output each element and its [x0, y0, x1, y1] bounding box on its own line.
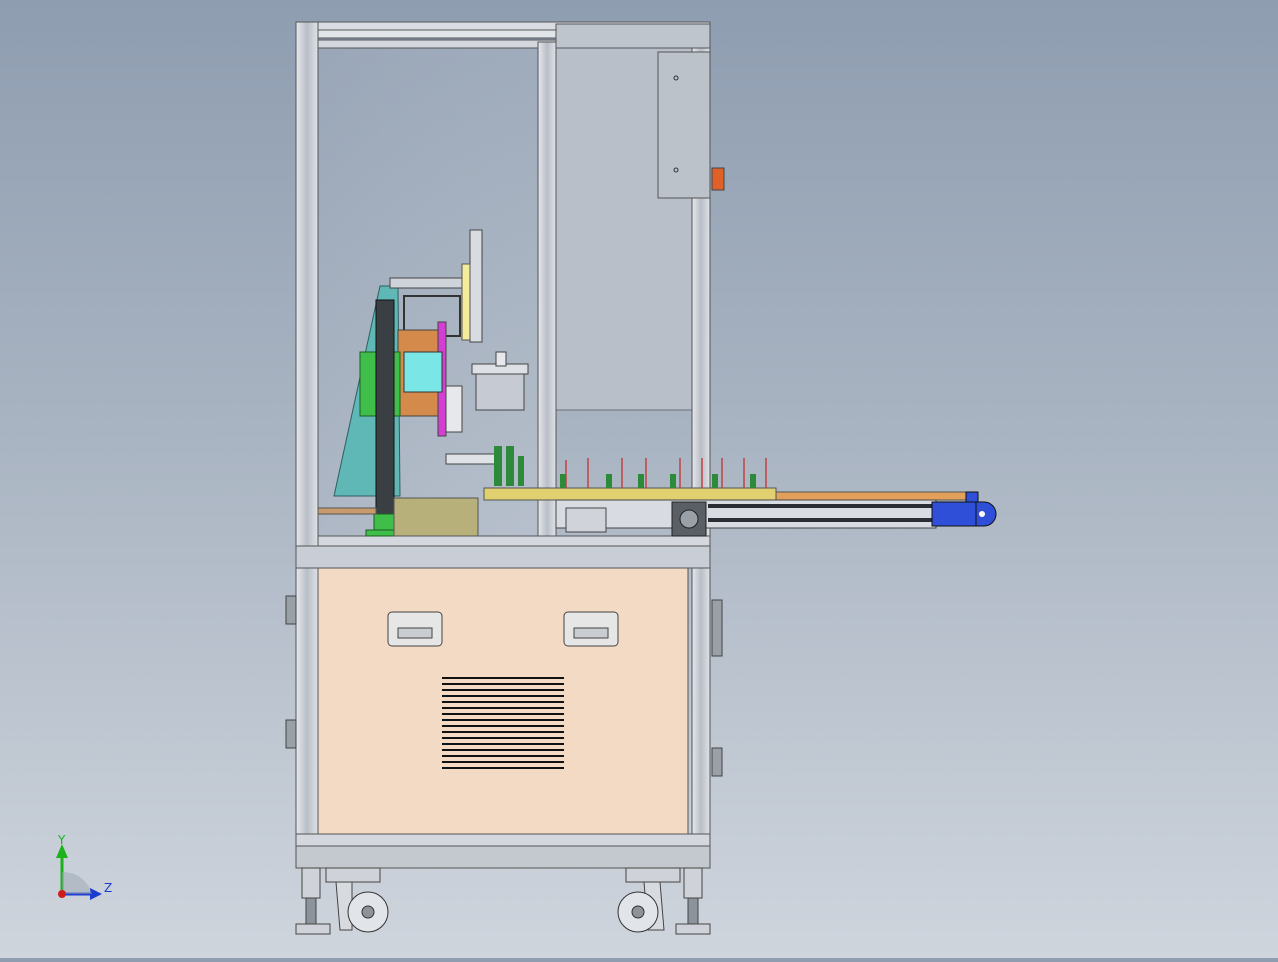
top-cap-right: [555, 23, 711, 49]
top-rail-2: [317, 39, 557, 49]
caster-left: [325, 867, 389, 933]
wood-plate: [317, 507, 377, 515]
hinge: [285, 719, 297, 749]
bottom-rail: [295, 833, 711, 847]
conveyor-rail-slot: [708, 504, 934, 508]
parts-on-tray: [565, 458, 767, 488]
leveling-foot-right: [675, 867, 711, 935]
vertical-plate: [469, 229, 483, 343]
olive-base: [393, 497, 479, 537]
electrical-box: [657, 51, 711, 199]
work-deck: [317, 535, 711, 547]
left-post: [295, 21, 319, 869]
cabinet-handle-grip: [573, 627, 609, 639]
caster-right: [617, 867, 681, 933]
motor-bracket: [565, 507, 607, 533]
origin-icon: [58, 890, 66, 898]
gripper: [445, 453, 497, 465]
conveyor-rail-slot: [708, 518, 934, 522]
triad-shadow: [62, 871, 92, 894]
orientation-triad: Y Z: [40, 832, 130, 912]
top-rail: [317, 29, 557, 39]
cabinet-handle-grip: [397, 627, 433, 639]
emergency-stop-button[interactable]: [711, 167, 725, 191]
drive-motor-shaft: [679, 509, 699, 529]
cyan-motor-block: [403, 351, 443, 393]
center-post: [537, 41, 557, 547]
triad-graphic: Y Z: [56, 833, 112, 900]
end-cap-hole: [979, 511, 985, 517]
machine-model[interactable]: [0, 0, 1278, 958]
end-connector: [965, 491, 979, 503]
hinge: [285, 595, 297, 625]
conveyor-belt: [775, 491, 971, 501]
lift-column: [375, 299, 395, 527]
y-axis-label: Y: [57, 833, 66, 847]
cylinder-rod: [495, 351, 507, 367]
hinge: [711, 599, 723, 657]
leveling-foot-left: [295, 867, 331, 935]
yellow-plate: [461, 263, 471, 341]
cad-viewport[interactable]: [0, 0, 1278, 958]
mount-arm: [389, 277, 469, 289]
bottom-rail-2: [295, 845, 711, 869]
z-axis-label: Z: [104, 881, 112, 895]
work-deck-base: [295, 545, 711, 569]
conveyor-end-block[interactable]: [931, 501, 977, 527]
conveyor-tray: [483, 487, 777, 501]
guide-rod: [445, 385, 463, 433]
hinge: [711, 747, 723, 777]
